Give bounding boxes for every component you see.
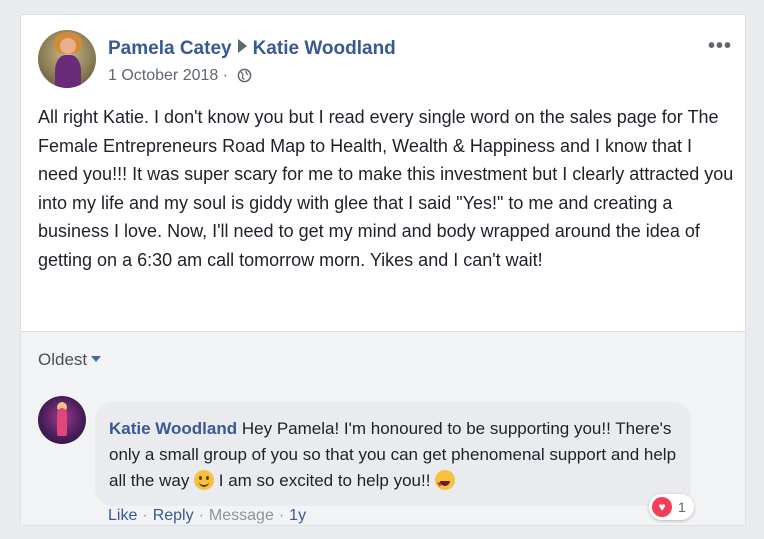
arrow-right-icon [237, 39, 247, 53]
meta-separator: · [222, 67, 229, 84]
love-reaction-icon: ♥ [652, 497, 672, 517]
post-text: All right Katie. I don't know you but I … [38, 107, 734, 270]
post-card: Pamela Catey Katie Woodland 1 October 201… [20, 14, 746, 526]
comment-reaction-badge[interactable]: ♥ 1 [649, 494, 694, 520]
comments-section: Oldest Katie Woodland Hey Pamela! I'm ho… [21, 332, 745, 525]
reaction-count: 1 [678, 499, 686, 515]
post-target-name[interactable]: Katie Woodland [253, 38, 396, 59]
comment-sort-dropdown[interactable]: Oldest [38, 350, 102, 370]
caret-down-icon [91, 356, 102, 362]
post-author-name[interactable]: Pamela Catey [108, 38, 232, 59]
post-author-avatar[interactable] [38, 30, 96, 88]
globe-icon[interactable] [237, 68, 252, 88]
action-separator: · [198, 507, 204, 524]
like-link[interactable]: Like [108, 507, 137, 524]
heart-eyes-emoji [435, 470, 456, 497]
message-link[interactable]: Message [209, 507, 274, 524]
post-date[interactable]: 1 October 2018 [108, 67, 218, 84]
comment-bubble: Katie Woodland Hey Pamela! I'm honoured … [95, 402, 691, 506]
more-icon[interactable]: ••• [708, 35, 732, 58]
comment-author-name[interactable]: Katie Woodland [109, 419, 237, 438]
smile-emoji [194, 470, 215, 490]
comment-text-part2: I am so excited to help you!! [214, 471, 436, 490]
comment-time[interactable]: 1y [289, 507, 306, 524]
reply-link[interactable]: Reply [153, 507, 194, 524]
post-header-names: Pamela Catey Katie Woodland [108, 38, 396, 60]
comment-sort-label: Oldest [38, 350, 88, 369]
commenter-avatar[interactable] [38, 396, 86, 444]
comment-actions: Like · Reply · Message · 1y [108, 507, 306, 525]
action-separator: · [278, 507, 285, 524]
action-separator: · [142, 507, 148, 524]
post-meta: 1 October 2018 · [108, 67, 252, 88]
